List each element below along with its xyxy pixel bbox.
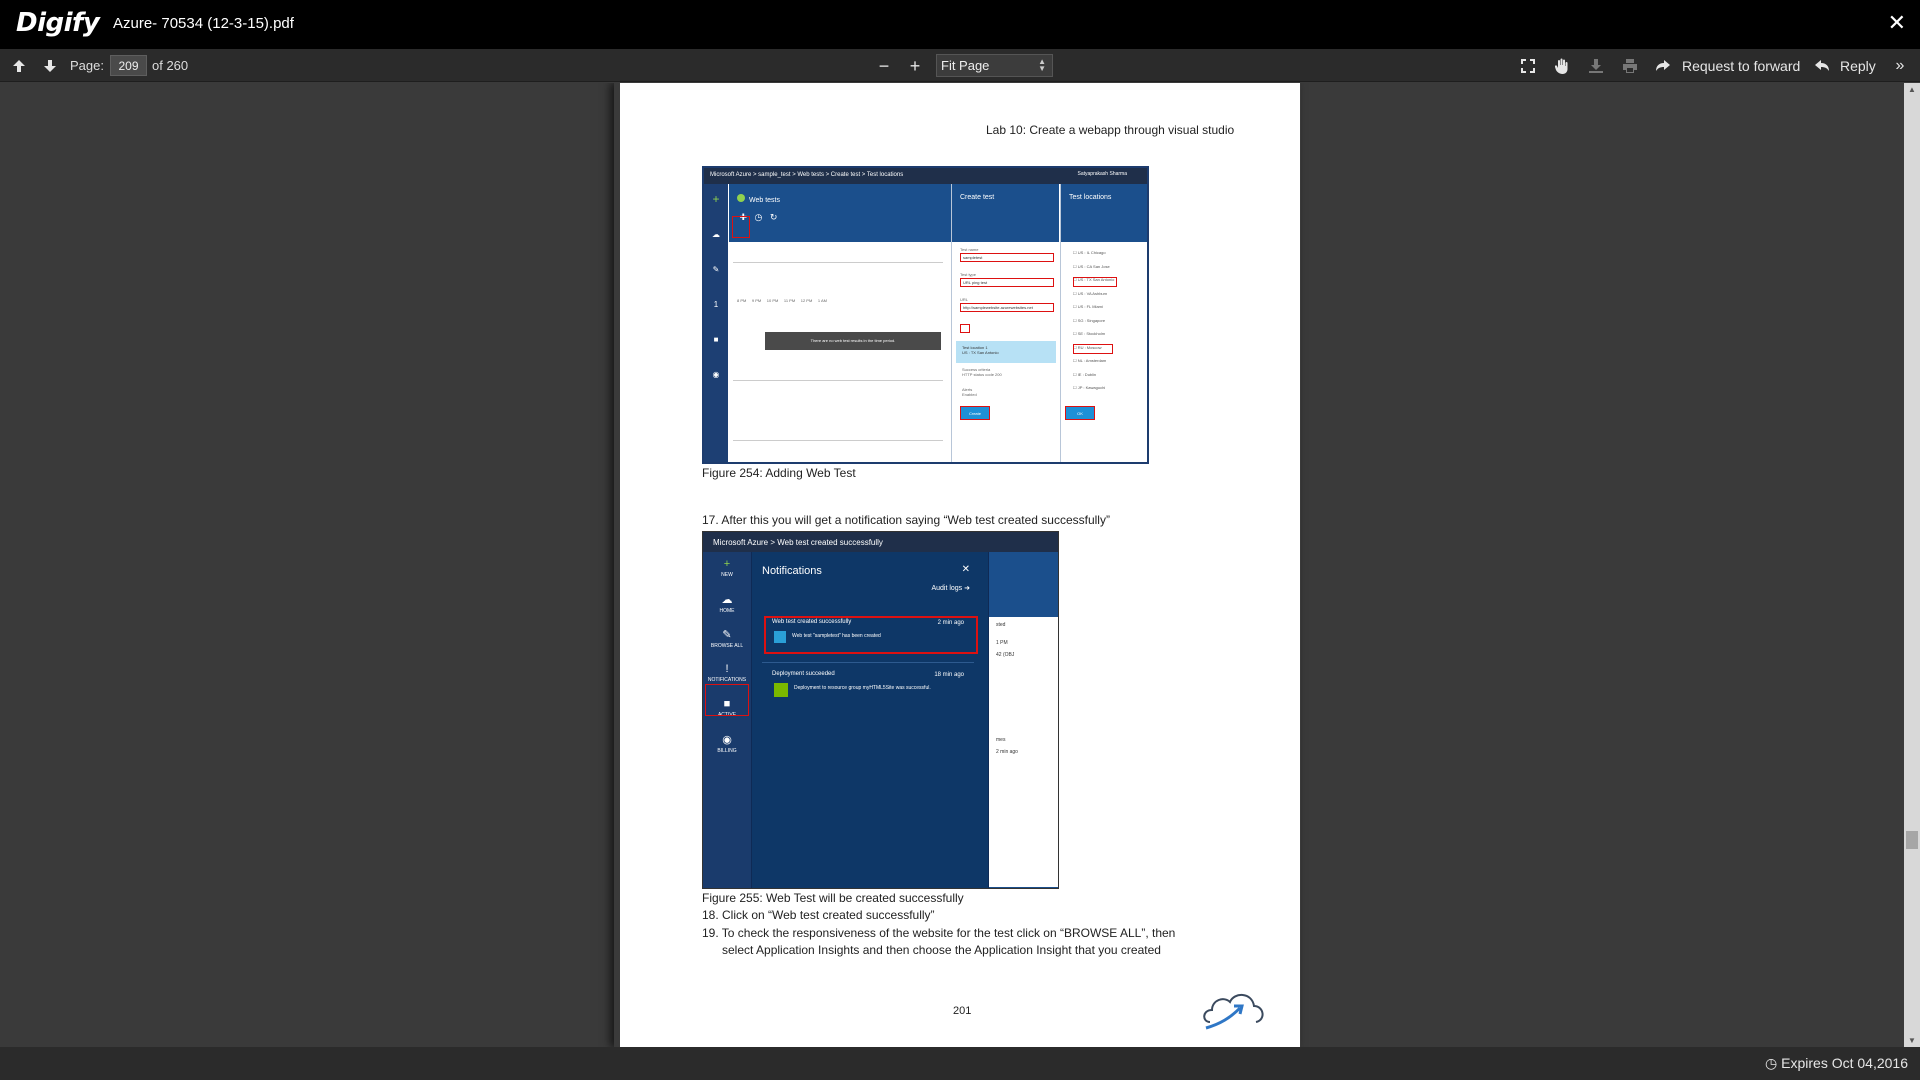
create-button: Create bbox=[960, 406, 990, 420]
print-icon bbox=[1620, 56, 1640, 76]
fullscreen-icon[interactable] bbox=[1518, 56, 1538, 76]
step-18-text: 18. Click on “Web test created successfu… bbox=[702, 908, 935, 922]
location-highlight-2 bbox=[1073, 344, 1113, 354]
page-number: 201 bbox=[953, 1005, 972, 1017]
deployment-icon bbox=[774, 683, 788, 697]
location-item: ☐ SE : Stockholm bbox=[1073, 331, 1106, 336]
step-19-text: 19. To check the responsiveness of the w… bbox=[702, 926, 1176, 940]
n2-time: 18 min ago bbox=[934, 672, 964, 678]
web-tests-header: Web tests ✚ ◷ ↻ bbox=[729, 184, 951, 242]
download-icon bbox=[1586, 56, 1606, 76]
figure-255-screenshot: Microsoft Azure > Web test created succe… bbox=[702, 531, 1059, 889]
forward-icon[interactable] bbox=[1653, 56, 1673, 76]
nav-item-billing: ◉ BILLING bbox=[717, 734, 737, 754]
nav-item-home: ☁ HOME bbox=[719, 594, 735, 614]
title-bar: Digify Azure- 70534 (12-3-15).pdf ✕ bbox=[0, 0, 1920, 49]
expiry-text: Expires Oct 04,2016 bbox=[1781, 1055, 1908, 1071]
test-locations-header: Test locations bbox=[1061, 184, 1147, 242]
azure-left-nav: + ☁ ✎ 1 ■ ◉ bbox=[704, 184, 728, 462]
pdf-page: Lab 10: Create a webapp through visual s… bbox=[620, 83, 1300, 1047]
test-location-item: Test location 1 US : TX San Antonio bbox=[956, 341, 1056, 363]
double-chevron-right-icon[interactable]: » bbox=[1890, 56, 1910, 76]
digify-logo: Digify bbox=[16, 8, 100, 38]
hand-tool-icon[interactable] bbox=[1552, 56, 1572, 76]
no-results-banner: There are no web test results in the tim… bbox=[765, 332, 941, 350]
step-17-text: 17. After this you will get a notificati… bbox=[702, 513, 1110, 527]
scroll-up-icon[interactable]: ▲ bbox=[1908, 85, 1916, 94]
figure-255-caption: Figure 255: Web Test will be created suc… bbox=[702, 891, 964, 905]
n2-title: Deployment succeeded bbox=[772, 671, 835, 677]
notifications-panel: Notifications ✕ Audit logs ➜ Web test cr… bbox=[752, 552, 988, 888]
azure-user: Satyaprakash Sharma bbox=[1077, 171, 1127, 177]
web-tests-title: Web tests bbox=[749, 197, 780, 204]
location-item: ☐ US : VA Ashburn bbox=[1073, 290, 1108, 296]
test-type-field: URL ping test bbox=[960, 278, 1054, 287]
notifications-close-icon: ✕ bbox=[961, 564, 970, 575]
step-19-text-cont: select Application Insights and then cho… bbox=[722, 943, 1161, 957]
url-label: URL bbox=[960, 297, 969, 302]
next-page-icon[interactable] bbox=[40, 56, 60, 76]
scrollbar-thumb[interactable] bbox=[1906, 831, 1918, 849]
document-title: Azure- 70534 (12-3-15).pdf bbox=[113, 15, 294, 32]
nav-item-browse-all: ✎ BROWSE ALL bbox=[710, 629, 744, 649]
checkbox-highlight bbox=[960, 324, 970, 333]
zoom-out-icon[interactable]: − bbox=[874, 56, 894, 76]
select-arrows-icon: ▲ ▼ bbox=[1038, 57, 1046, 73]
figure-254-screenshot: Microsoft Azure > sample_test > Web test… bbox=[702, 166, 1149, 464]
clock-icon: ◷ bbox=[1765, 1055, 1778, 1071]
test-name-field: sampletest bbox=[960, 253, 1054, 262]
cloud-logo-icon bbox=[1200, 988, 1266, 1035]
web-test-notification-highlight bbox=[764, 616, 978, 654]
toolbar: Page: of 260 − + Fit Page ▲▼ Request to … bbox=[0, 49, 1920, 82]
location-item: ☐ US : IL Chicago bbox=[1073, 250, 1106, 255]
test-name-label: Test name bbox=[960, 247, 979, 252]
notification-deployment: Deployment succeeded 18 min ago Deployme… bbox=[762, 666, 974, 708]
url-field: http://samplewebsite.azurewebsites.net bbox=[960, 303, 1054, 312]
page-header: Lab 10: Create a webapp through visual s… bbox=[986, 123, 1235, 137]
web-tests-blade: Web tests ✚ ◷ ↻ 8 PM 9 PM 10 PM 11 PM 12… bbox=[729, 184, 951, 462]
zoom-select[interactable]: Fit Page ▲ ▼ bbox=[936, 54, 1053, 77]
zoom-in-icon[interactable]: + bbox=[905, 56, 925, 76]
reply-icon[interactable] bbox=[1812, 56, 1832, 76]
test-type-label: Test type bbox=[960, 272, 977, 277]
scroll-down-icon[interactable]: ▼ bbox=[1908, 1036, 1916, 1045]
create-test-blade: Create test Test name sampletest Test ty… bbox=[951, 184, 1059, 462]
azure-breadcrumb-2: Microsoft Azure > Web test created succe… bbox=[703, 532, 1058, 552]
reply-button[interactable]: Reply bbox=[1840, 58, 1876, 74]
document-viewer[interactable]: Lab 10: Create a webapp through visual s… bbox=[0, 83, 1904, 1047]
expiry-notice: ◷ Expires Oct 04,2016 bbox=[1765, 1055, 1908, 1072]
page-number-input[interactable] bbox=[110, 55, 147, 76]
location-item: ☐ NL : Amsterdam bbox=[1073, 358, 1107, 363]
notifications-nav-highlight bbox=[705, 684, 749, 716]
figure-254-caption: Figure 254: Adding Web Test bbox=[702, 466, 856, 480]
test-locations-blade: Test locations ☐ US : IL Chicago ☐ US : C… bbox=[1060, 184, 1147, 462]
close-icon[interactable]: ✕ bbox=[1888, 11, 1906, 36]
ok-button: OK bbox=[1065, 406, 1095, 420]
location-item: ☐ JP : Kawaguchi bbox=[1073, 385, 1106, 390]
location-item: ☐ US : CA San Jose bbox=[1073, 263, 1110, 269]
create-test-header: Create test bbox=[952, 184, 1059, 242]
page-count: of 260 bbox=[152, 58, 189, 73]
zoom-select-value: Fit Page bbox=[941, 58, 990, 73]
location-item: ☐ IE : Dublin bbox=[1073, 371, 1097, 377]
location-item: ☐ SG : Singapore bbox=[1073, 317, 1106, 323]
add-web-test-highlight bbox=[732, 216, 750, 238]
previous-page-icon[interactable] bbox=[9, 56, 29, 76]
location-item: ☐ US : FL Miami bbox=[1073, 304, 1103, 309]
location-highlight-1 bbox=[1073, 277, 1117, 287]
audit-logs-link: Audit logs ➜ bbox=[931, 585, 970, 592]
nav-item-notifications: ! NOTIFICATIONS bbox=[707, 663, 747, 683]
page-label: Page: bbox=[70, 58, 104, 73]
status-bar: ◷ Expires Oct 04,2016 bbox=[0, 1047, 1920, 1080]
nav-item-new: + NEW bbox=[721, 558, 733, 578]
vertical-scrollbar[interactable]: ▲ ▼ bbox=[1904, 83, 1920, 1047]
n2-body: Deployment to resource group myHTML5Site… bbox=[794, 685, 931, 691]
request-to-forward-button[interactable]: Request to forward bbox=[1682, 58, 1800, 74]
notifications-title: Notifications bbox=[762, 565, 822, 577]
